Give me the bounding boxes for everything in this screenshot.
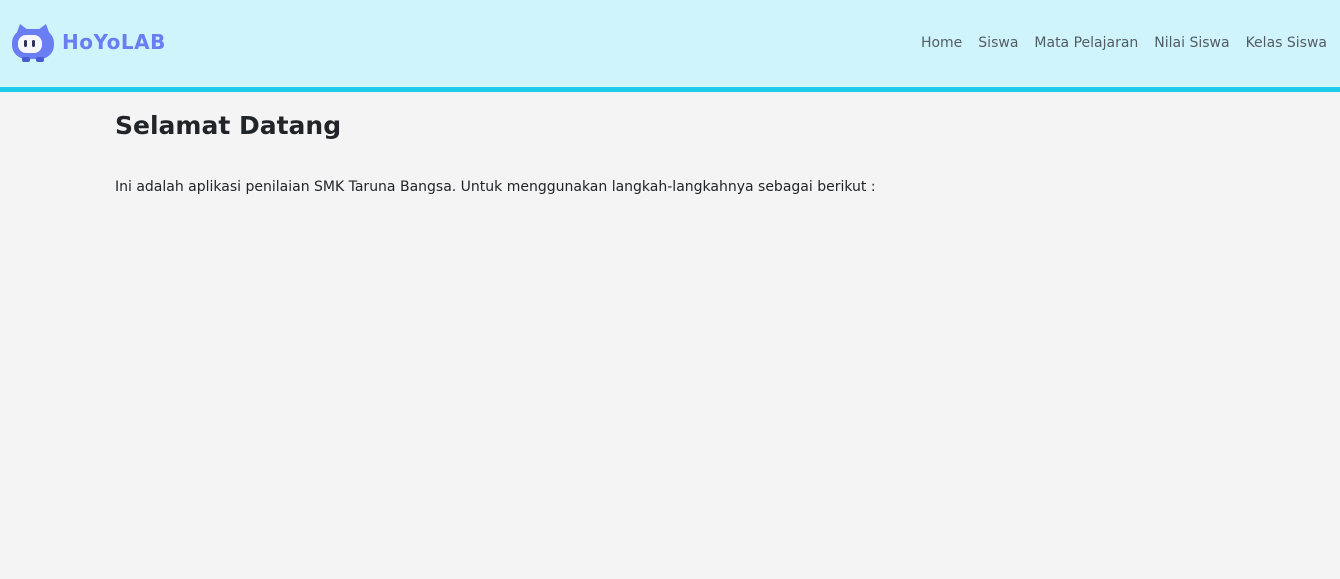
nav-item-mata-pelajaran: Mata Pelajaran — [1018, 33, 1138, 53]
page-title: Selamat Datang — [115, 111, 342, 140]
brand-text: HoYoLAB — [62, 30, 166, 54]
nav-link-siswa[interactable]: Siswa — [978, 33, 1018, 53]
nav-item-home: Home — [921, 33, 962, 53]
brand-link[interactable]: HoYoLAB — [10, 19, 166, 65]
nav-item-kelas-siswa: Kelas Siswa — [1230, 33, 1327, 53]
nav-item-nilai-siswa: Nilai Siswa — [1138, 33, 1229, 53]
main-content: Selamat Datang Ini adalah aplikasi penil… — [115, 108, 1215, 197]
navbar: HoYoLAB Home Siswa Mata Pelajaran Nilai … — [0, 0, 1340, 92]
nav-link-home[interactable]: Home — [921, 33, 962, 53]
nav-link-kelas-siswa[interactable]: Kelas Siswa — [1246, 33, 1327, 53]
nav-item-siswa: Siswa — [962, 33, 1018, 53]
main-nav: Home Siswa Mata Pelajaran Nilai Siswa Ke… — [921, 33, 1327, 53]
intro-text: Ini adalah aplikasi penilaian SMK Taruna… — [115, 179, 876, 195]
hoyolab-robot-icon — [12, 24, 54, 62]
nav-link-nilai-siswa[interactable]: Nilai Siswa — [1154, 33, 1229, 53]
nav-link-mata-pelajaran[interactable]: Mata Pelajaran — [1034, 33, 1138, 53]
